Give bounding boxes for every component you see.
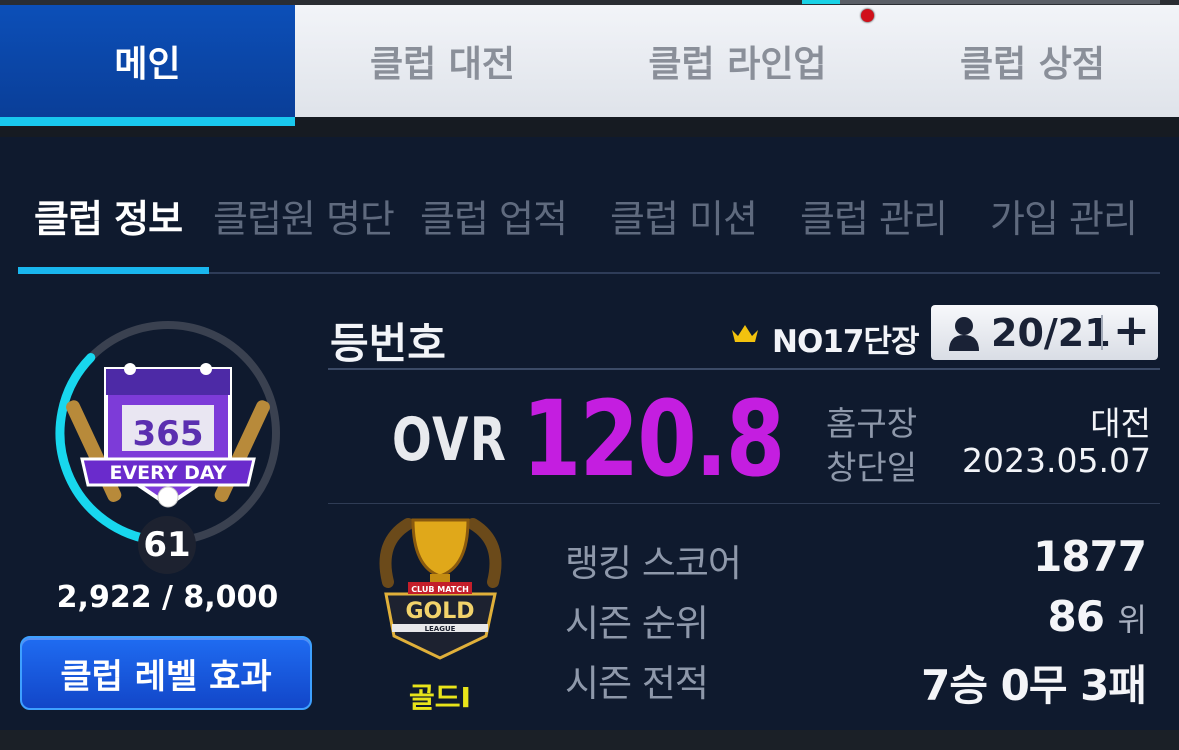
member-count: 20/21 xyxy=(991,311,1111,355)
club-level-badge: 61 xyxy=(138,516,196,574)
club-name: 등번호 xyxy=(330,319,446,368)
member-divider xyxy=(1101,315,1103,350)
notification-dot xyxy=(861,9,874,22)
season-rank-unit: 위 xyxy=(1117,601,1147,639)
tab-underline-bar xyxy=(0,117,1179,137)
club-xp-text: 2,922 / 8,000 xyxy=(56,580,279,615)
subtab-missions[interactable]: 클럽 미션 xyxy=(610,188,758,243)
tab-main[interactable]: 메인 xyxy=(0,5,295,126)
emblem-banner: EVERY DAY xyxy=(109,462,226,484)
season-rank-value: 86 위 xyxy=(1047,592,1147,641)
svg-text:CLUB MATCH: CLUB MATCH xyxy=(411,585,469,594)
emblem-365-icon: 365 EVERY DAY xyxy=(66,363,270,508)
subtab-active-indicator xyxy=(18,267,209,274)
season-rank-label: 시즌 순위 xyxy=(565,602,709,645)
subtab-achievements[interactable]: 클럽 업적 xyxy=(420,188,568,243)
tab-club-battle[interactable]: 클럽 대전 xyxy=(295,5,590,117)
season-record-label: 시즌 전적 xyxy=(565,662,709,705)
top-strip-segment xyxy=(840,0,1160,4)
active-tab-indicator xyxy=(0,117,295,126)
main-tab-bar: 메인 클럽 대전 클럽 라인업 클럽 상점 xyxy=(0,5,1179,126)
club-level-effect-button[interactable]: 클럽 레벨 효과 xyxy=(20,636,312,710)
sub-tab-bar: 클럽 정보 클럽원 명단 클럽 업적 클럽 미션 클럽 관리 가입 관리 xyxy=(18,188,1160,242)
home-stadium-value: 대전 xyxy=(1090,404,1151,443)
ovr-label: OVR xyxy=(392,405,508,475)
subtab-management[interactable]: 클럽 관리 xyxy=(800,188,948,243)
subtab-join-management[interactable]: 가입 관리 xyxy=(990,188,1138,243)
ranking-score-value: 1877 xyxy=(1033,532,1147,581)
founded-date-value: 2023.05.07 xyxy=(962,441,1151,480)
person-icon xyxy=(949,317,979,351)
gold-league-trophy-icon: CLUB MATCH GOLD LEAGUE xyxy=(379,518,502,660)
ranking-score-label: 랭킹 스코어 xyxy=(565,542,742,585)
emblem-number: 365 xyxy=(133,414,204,454)
season-rank-number: 86 xyxy=(1047,592,1104,641)
top-strip-highlight xyxy=(802,0,840,4)
svg-text:LEAGUE: LEAGUE xyxy=(425,625,456,633)
member-count-box[interactable]: 20/21 + xyxy=(931,305,1158,360)
crown-icon xyxy=(732,325,758,342)
league-name: 골드I xyxy=(409,681,471,714)
add-member-button[interactable]: + xyxy=(1113,305,1150,356)
svg-text:GOLD: GOLD xyxy=(405,599,474,624)
subtab-member-list[interactable]: 클럽원 명단 xyxy=(213,188,395,243)
home-stadium-label: 홈구장 xyxy=(826,404,918,443)
header-divider xyxy=(328,368,1160,370)
club-captain: NO17단장 xyxy=(772,324,919,360)
bottom-strip xyxy=(0,730,1179,750)
subtab-club-info[interactable]: 클럽 정보 xyxy=(34,188,183,243)
tab-club-shop[interactable]: 클럽 상점 xyxy=(885,5,1179,117)
tab-club-lineup[interactable]: 클럽 라인업 xyxy=(590,5,885,117)
ovr-value: 120.8 xyxy=(522,378,785,500)
founded-date-label: 창단일 xyxy=(826,448,918,487)
season-record-value: 7승 0무 3패 xyxy=(921,661,1147,710)
stats-divider xyxy=(328,503,1160,504)
